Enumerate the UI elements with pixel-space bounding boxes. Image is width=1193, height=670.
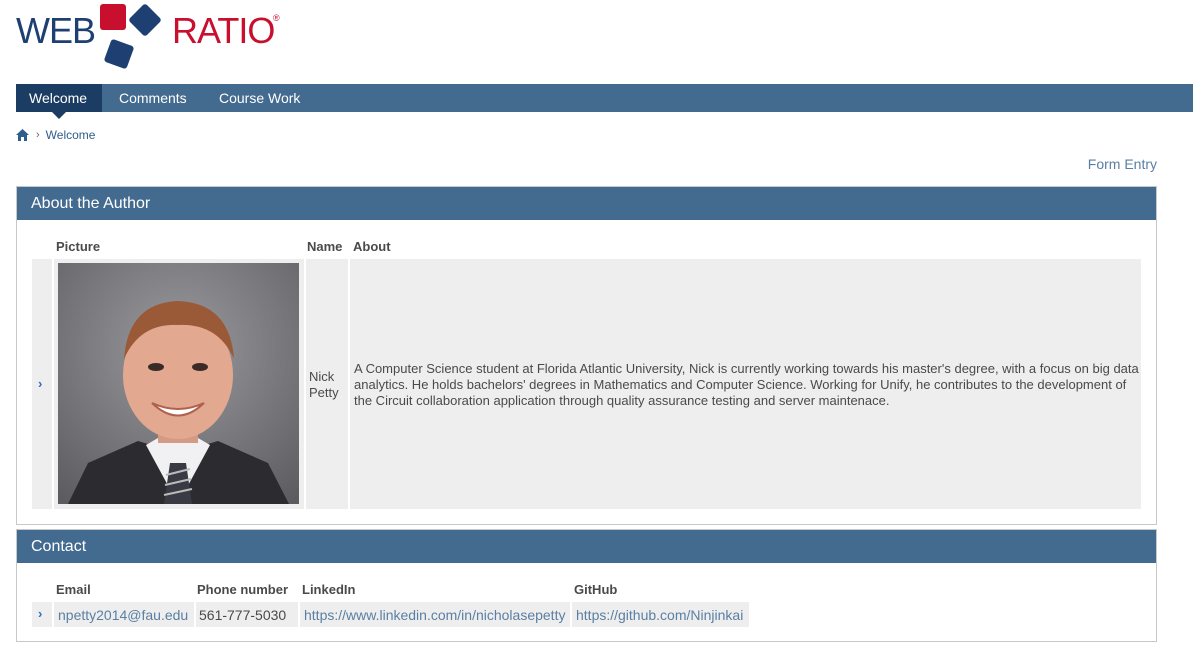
tab-welcome[interactable]: Welcome	[16, 84, 102, 119]
breadcrumb-separator: ›	[36, 129, 40, 141]
contact-panel: Contact Email Phone number LinkedIn GitH…	[16, 529, 1157, 642]
about-panel-title: About the Author	[17, 187, 1156, 220]
main-nav: Welcome Comments Course Work	[16, 84, 1193, 119]
logo-text-ratio: RATIO	[172, 10, 275, 51]
phone-number: 561-777-5030	[199, 607, 287, 623]
chevron-right-icon[interactable]: ›	[38, 606, 42, 621]
column-header-linkedin: LinkedIn	[302, 582, 356, 597]
tab-comments-label: Comments	[119, 90, 187, 106]
author-last-name: Petty	[309, 385, 339, 400]
github-link[interactable]: https://github.com/Ninjinkai	[576, 607, 743, 623]
tab-course-work-label: Course Work	[219, 90, 301, 106]
breadcrumb: › Welcome	[16, 127, 95, 143]
column-header-github: GitHub	[574, 582, 618, 597]
logo-text-web: WEB	[16, 10, 96, 51]
form-entry-link[interactable]: Form Entry	[1088, 156, 1157, 172]
author-about-text: A Computer Science student at Florida At…	[354, 361, 1139, 408]
column-header-picture: Picture	[56, 239, 101, 254]
column-header-name: Name	[307, 239, 343, 254]
about-author-panel: About the Author Picture Name About › Ni…	[16, 186, 1157, 525]
contact-panel-title: Contact	[17, 530, 1156, 563]
author-photo	[58, 263, 299, 504]
logo-registered-mark: ®	[273, 13, 280, 23]
email-link[interactable]: npetty2014@fau.edu	[58, 607, 188, 623]
tab-welcome-label: Welcome	[29, 90, 88, 106]
column-header-phone: Phone number	[197, 582, 289, 597]
home-icon[interactable]	[16, 129, 29, 141]
author-name: Nick Petty	[309, 369, 349, 401]
logo-blue-diamond	[128, 3, 162, 37]
breadcrumb-current[interactable]: Welcome	[46, 128, 96, 142]
logo-red-square	[100, 4, 126, 30]
author-first-name: Nick	[309, 369, 335, 384]
tab-course-work[interactable]: Course Work	[219, 84, 300, 112]
tab-comments[interactable]: Comments	[119, 84, 187, 112]
column-header-about: About	[353, 239, 391, 254]
chevron-right-icon[interactable]: ›	[38, 376, 42, 391]
column-header-email: Email	[56, 582, 91, 597]
webratio-logo: WEB RATIO ®	[16, 3, 296, 72]
linkedin-link[interactable]: https://www.linkedin.com/in/nicholasepet…	[304, 607, 565, 623]
logo-blue-square	[103, 38, 135, 70]
